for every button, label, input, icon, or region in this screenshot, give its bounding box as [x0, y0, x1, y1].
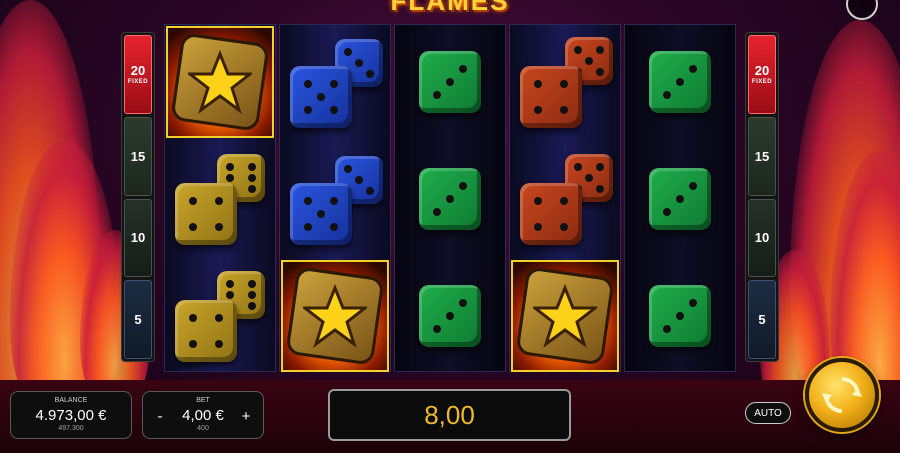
reel-4 — [509, 24, 621, 372]
ladder-step-value: 15 — [130, 148, 146, 164]
ladder-step-tag: FIXED — [751, 79, 773, 86]
star-icon — [285, 266, 385, 366]
ladder-step-value: 15 — [754, 148, 770, 164]
blue-dice-symbol — [280, 25, 390, 139]
ladder-step-15: 15 — [124, 116, 152, 196]
star-scatter-symbol — [510, 259, 620, 373]
star-scatter-symbol — [280, 259, 390, 373]
ladder-step-5: 5 — [748, 280, 776, 359]
green-dice-symbol — [625, 142, 735, 256]
ladder-step-value: 5 — [134, 312, 142, 328]
reel-1 — [164, 24, 276, 372]
spin-arrows-icon — [822, 377, 862, 413]
game-title: FLAMES — [390, 0, 510, 16]
reel-2 — [279, 24, 391, 372]
spin-button[interactable] — [805, 358, 879, 432]
ladder-step-value: 20 — [130, 63, 146, 79]
green-dice-symbol — [625, 25, 735, 139]
star-icon — [170, 32, 270, 132]
left-multiplier-ladder: 20 FIXED 15 10 5 — [121, 32, 155, 362]
bet-panel: - BET 4,00 € 400 + — [142, 391, 264, 439]
ladder-step-tag: FIXED — [127, 79, 149, 86]
green-dice-symbol — [395, 259, 505, 373]
balance-credits: 497.300 — [58, 425, 84, 432]
ladder-step-value: 5 — [758, 312, 766, 328]
bet-increase-button[interactable]: + — [237, 408, 255, 426]
balance-amount: 4.973,00 € — [35, 407, 107, 424]
green-dice-symbol — [395, 25, 505, 139]
ladder-step-value: 10 — [754, 230, 770, 246]
balance-label: BALANCE — [54, 397, 88, 404]
ladder-step-5: 5 — [124, 280, 152, 359]
green-dice-symbol — [625, 259, 735, 373]
star-scatter-symbol — [165, 25, 275, 139]
yellow-dice-symbol — [165, 259, 275, 373]
ladder-step-value: 20 — [754, 63, 770, 79]
ladder-step-20: 20 FIXED — [124, 35, 152, 114]
red-dice-symbol — [510, 142, 620, 256]
bet-credits: 400 — [197, 425, 209, 432]
ladder-step-10: 10 — [748, 198, 776, 278]
ladder-step-value: 10 — [130, 230, 146, 246]
right-multiplier-ladder: 20 FIXED 15 10 5 — [745, 32, 779, 362]
blue-dice-symbol — [280, 142, 390, 256]
bet-label: BET — [196, 397, 210, 404]
reel-3 — [394, 24, 506, 372]
bet-decrease-button[interactable]: - — [151, 408, 169, 426]
auto-button[interactable]: AUTO — [745, 402, 791, 424]
red-dice-symbol — [510, 25, 620, 139]
reel-grid — [164, 24, 736, 372]
ladder-step-15: 15 — [748, 116, 776, 196]
balance-panel: BALANCE 4.973,00 € 497.300 — [10, 391, 132, 439]
star-icon — [515, 266, 615, 366]
ladder-step-20: 20 FIXED — [748, 35, 776, 114]
green-dice-symbol — [395, 142, 505, 256]
yellow-dice-symbol — [165, 142, 275, 256]
ladder-step-10: 10 — [124, 198, 152, 278]
reel-5 — [624, 24, 736, 372]
win-display: 8,00 — [328, 389, 571, 441]
